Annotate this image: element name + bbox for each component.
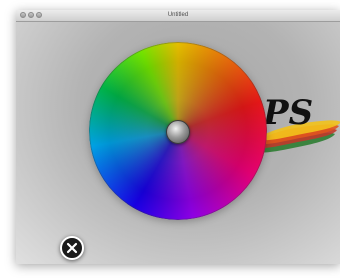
background-logo-text: PS [262, 93, 313, 133]
close-icon [66, 242, 78, 254]
color-wheel-knob[interactable] [166, 120, 190, 144]
window-title: Untitled [167, 12, 189, 18]
title-bar[interactable]: Untitled [16, 10, 340, 22]
app-window: Untitled PS [16, 10, 340, 264]
close-button[interactable] [60, 236, 84, 260]
canvas-area: PS [16, 22, 340, 264]
